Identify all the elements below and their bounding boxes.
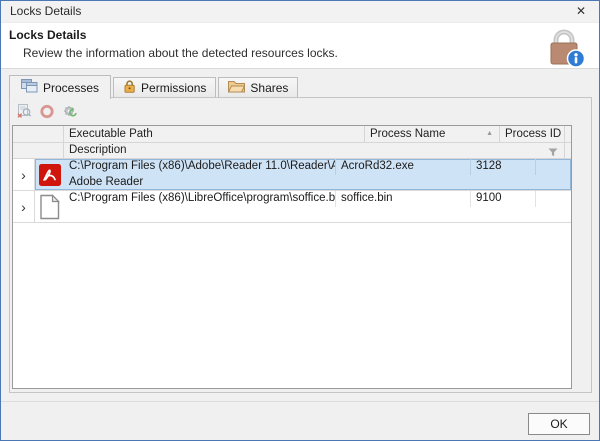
dialog-footer: OK	[1, 401, 599, 440]
adobe-reader-icon	[35, 159, 64, 190]
band-header-description: Description	[64, 143, 565, 159]
column-header-process-name[interactable]: Process Name ▲	[365, 126, 500, 143]
shared-folder-icon	[228, 80, 245, 96]
row-expander[interactable]: ›	[13, 159, 35, 190]
window-title: Locks Details	[10, 4, 81, 18]
refresh-button[interactable]	[62, 103, 78, 119]
chevron-right-icon: ›	[21, 167, 26, 183]
dialog-header: Locks Details Review the information abo…	[1, 23, 599, 69]
table-row[interactable]: › C:\Program Files (x86)\LibreOffice\pro…	[13, 191, 571, 223]
band-filler	[565, 143, 571, 159]
cell-description: Adobe Reader	[64, 175, 571, 190]
tab-processes[interactable]: Processes	[9, 75, 111, 99]
cell-description	[64, 207, 571, 222]
chevron-right-icon: ›	[21, 199, 26, 215]
title-bar: Locks Details ✕	[1, 1, 599, 23]
column-header-process-id[interactable]: Process ID	[500, 126, 565, 143]
tab-label: Permissions	[141, 81, 206, 95]
terminate-process-icon	[39, 103, 55, 119]
close-icon: ✕	[576, 4, 586, 18]
find-process-button[interactable]	[16, 103, 32, 119]
cell-process-id: 9100	[471, 191, 536, 207]
cell-process-name: AcroRd32.exe	[336, 159, 471, 175]
page-title: Locks Details	[9, 28, 86, 42]
header-filler	[565, 126, 571, 143]
cell-process-id: 3128	[471, 159, 536, 175]
generic-document-icon	[35, 191, 64, 222]
grid-band-row: Description	[13, 143, 571, 159]
cell-executable-path: C:\Program Files (x86)\LibreOffice\progr…	[64, 191, 336, 207]
padlock-icon	[123, 79, 136, 96]
header-corner-cell	[13, 126, 64, 143]
processes-tab-page: Executable Path Process Name ▲ Process I…	[9, 97, 592, 393]
tab-strip: Processes Permissions Shares	[9, 75, 300, 98]
page-subtitle: Review the information about the detecte…	[23, 46, 338, 60]
table-row[interactable]: › C:\Program Files (x86)\Adobe\Reader 11…	[13, 159, 571, 191]
tab-label: Shares	[250, 81, 288, 95]
band-corner-cell	[13, 143, 64, 159]
ok-button[interactable]: OK	[528, 413, 590, 435]
cell-process-name: soffice.bin	[336, 191, 471, 207]
locks-details-dialog: Locks Details ✕ Locks Details Review the…	[0, 0, 600, 441]
locks-grid: Executable Path Process Name ▲ Process I…	[12, 125, 572, 389]
grid-header-row: Executable Path Process Name ▲ Process I…	[13, 126, 571, 143]
grid-toolbar	[16, 103, 78, 119]
filter-icon[interactable]	[548, 147, 558, 159]
row-expander[interactable]: ›	[13, 191, 35, 222]
tab-permissions[interactable]: Permissions	[113, 77, 216, 97]
tab-label: Processes	[43, 81, 99, 95]
column-header-executable-path[interactable]: Executable Path	[64, 126, 365, 143]
sort-ascending-icon: ▲	[486, 130, 493, 138]
terminate-process-button[interactable]	[39, 103, 55, 119]
find-window-icon	[16, 103, 32, 119]
refresh-gear-icon	[62, 103, 78, 119]
tab-shares[interactable]: Shares	[218, 77, 298, 97]
processes-windows-icon	[21, 79, 38, 96]
lock-info-icon	[541, 26, 587, 71]
close-button[interactable]: ✕	[571, 3, 591, 20]
cell-executable-path: C:\Program Files (x86)\Adobe\Reader 11.0…	[64, 159, 336, 175]
